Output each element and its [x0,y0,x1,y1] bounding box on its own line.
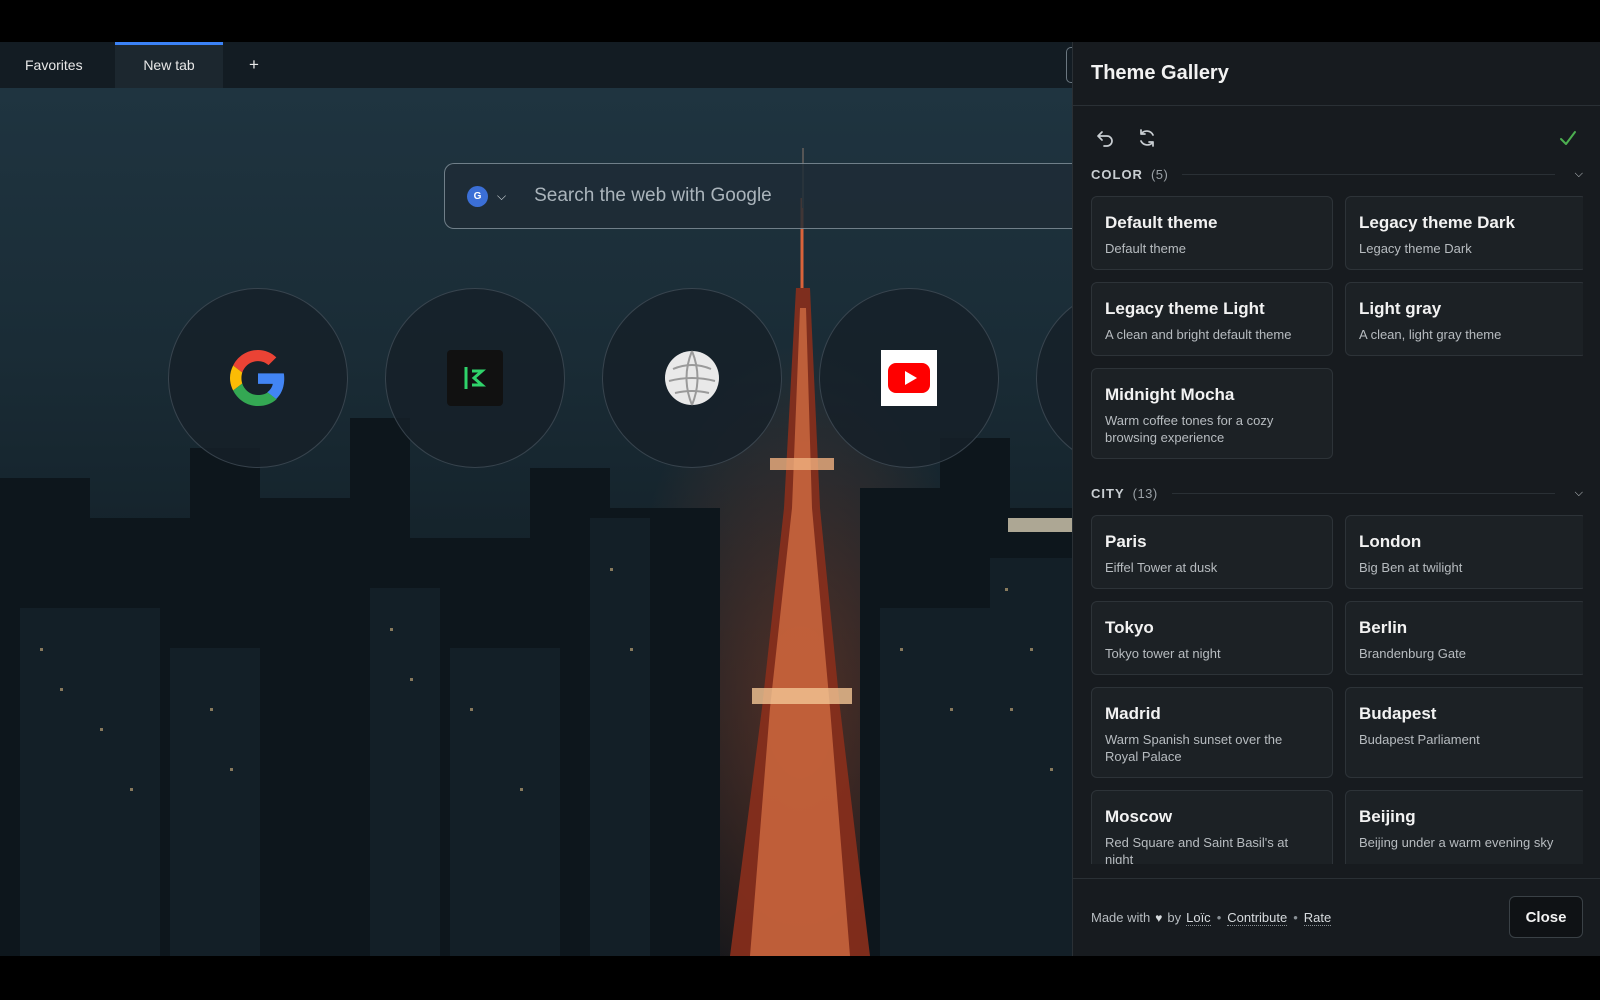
theme-card-tokyo[interactable]: Tokyo Tokyo tower at night [1091,601,1333,675]
theme-title: Tokyo [1105,618,1154,637]
theme-card-madrid[interactable]: Madrid Warm Spanish sunset over the Roya… [1091,687,1333,778]
color-theme-grid: Default theme Default theme Legacy theme… [1091,196,1583,459]
tab-favorites[interactable]: Favorites [0,42,113,88]
letterbox-top [0,0,1600,42]
app-icon [447,350,503,406]
theme-card-london[interactable]: London Big Ben at twilight [1345,515,1583,589]
separator: • [1293,910,1298,925]
theme-description: Legacy theme Dark [1359,241,1472,256]
tab-label: New tab [143,57,195,73]
theme-card-legacy-light[interactable]: Legacy theme Light A clean and bright de… [1091,282,1333,356]
tab-new-tab[interactable]: New tab [115,42,223,88]
theme-description: Default theme [1105,241,1186,256]
refresh-button[interactable] [1133,124,1161,152]
heart-icon: ♥ [1155,910,1163,925]
section-count: (5) [1150,166,1169,182]
theme-title: Berlin [1359,618,1408,637]
theme-card-midnight-mocha[interactable]: Midnight Mocha Warm coffee tones for a c… [1091,368,1333,459]
search-engine-selector[interactable]: G ⌵ [467,185,507,207]
search-bar: G ⌵ [444,163,1084,229]
letterbox-bottom [0,956,1600,1000]
section-count: (13) [1132,485,1158,501]
theme-title: Beijing [1359,807,1416,826]
theme-card-paris[interactable]: Paris Eiffel Tower at dusk [1091,515,1333,589]
check-icon [1560,131,1576,145]
plus-icon: + [249,55,259,74]
theme-title: Light gray [1359,299,1442,318]
theme-description: A clean, light gray theme [1359,327,1502,342]
theme-description: Eiffel Tower at dusk [1105,560,1218,575]
apply-button[interactable] [1554,124,1582,152]
browser-window: Favorites New tab + G ⌵ Search the web w… [0,42,1600,956]
theme-card-berlin[interactable]: Berlin Brandenburg Gate [1345,601,1583,675]
author-link[interactable]: Loïc [1186,910,1211,926]
section-header-city[interactable]: CITY (13) ⌵ [1091,481,1583,505]
theme-description: Tokyo tower at night [1105,646,1221,661]
shortcut-youtube[interactable] [819,288,999,468]
by-text: by [1167,910,1182,925]
theme-gallery-panel: Theme Gallery COLOR (5) ⌵ Default theme … [1072,42,1600,956]
tab-bar: Favorites New tab + [0,42,1076,88]
theme-description: Budapest Parliament [1359,732,1480,747]
theme-description: Beijing under a warm evening sky [1359,835,1554,850]
shortcut-app[interactable] [385,288,565,468]
wikipedia-icon [665,350,719,406]
undo-button[interactable] [1091,124,1119,152]
contribute-link[interactable]: Contribute [1227,910,1288,926]
tab-label: Favorites [25,57,83,73]
section-label: COLOR [1091,166,1143,182]
rate-link[interactable]: Rate [1303,910,1332,926]
panel-footer: Made with ♥ by Loïc • Contribute • Rate … [1073,878,1600,956]
google-engine-icon: G [467,185,488,207]
theme-title: Madrid [1105,704,1161,723]
separator: • [1216,910,1222,925]
theme-card-moscow[interactable]: Moscow Red Square and Saint Basil's at n… [1091,790,1333,864]
shortcut-wikipedia[interactable] [602,288,782,468]
theme-card-default[interactable]: Default theme Default theme [1091,196,1333,270]
theme-list[interactable]: COLOR (5) ⌵ Default theme Default theme … [1091,162,1583,864]
theme-title: Budapest [1359,704,1437,723]
theme-title: Moscow [1105,807,1173,826]
theme-description: Warm coffee tones for a cozy browsing ex… [1105,413,1274,445]
theme-title: Default theme [1105,213,1218,232]
made-with-text: Made with [1091,910,1151,925]
shortcut-google[interactable] [168,288,348,468]
theme-card-light-gray[interactable]: Light gray A clean, light gray theme [1345,282,1583,356]
theme-card-budapest[interactable]: Budapest Budapest Parliament [1345,687,1583,778]
theme-card-beijing[interactable]: Beijing Beijing under a warm evening sky [1345,790,1583,864]
section-header-color[interactable]: COLOR (5) ⌵ [1091,162,1583,186]
footer-credits: Made with ♥ by Loïc • Contribute • Rate [1091,910,1332,926]
theme-description: Brandenburg Gate [1359,646,1466,661]
refresh-icon [1140,129,1154,147]
panel-toolbar [1091,124,1582,152]
theme-description: A clean and bright default theme [1105,327,1292,342]
theme-title: Paris [1105,532,1147,551]
panel-title: Theme Gallery [1091,62,1229,84]
divider [1182,173,1555,175]
theme-description: Big Ben at twilight [1359,560,1463,575]
theme-description: Warm Spanish sunset over the Royal Palac… [1105,732,1283,764]
chevron-down-icon: ⌵ [497,188,507,203]
close-button[interactable]: Close [1509,896,1583,938]
section-label: CITY [1091,485,1125,501]
chevron-down-icon: ⌵ [1574,167,1583,180]
panel-header: Theme Gallery [1073,42,1600,106]
theme-title: Legacy theme Light [1105,299,1265,318]
city-theme-grid: Paris Eiffel Tower at dusk London Big Be… [1091,515,1583,864]
undo-icon [1097,131,1113,147]
theme-description: Red Square and Saint Basil's at night [1105,835,1289,864]
divider [1171,492,1555,494]
theme-title: Midnight Mocha [1105,385,1235,404]
theme-title: London [1359,532,1422,551]
google-icon [230,350,285,406]
search-input[interactable] [534,185,1015,207]
theme-title: Legacy theme Dark [1359,213,1515,232]
new-tab-button[interactable]: + [223,42,285,88]
youtube-icon [881,350,937,406]
chevron-down-icon: ⌵ [1574,486,1583,499]
theme-card-legacy-dark[interactable]: Legacy theme Dark Legacy theme Dark [1345,196,1583,270]
